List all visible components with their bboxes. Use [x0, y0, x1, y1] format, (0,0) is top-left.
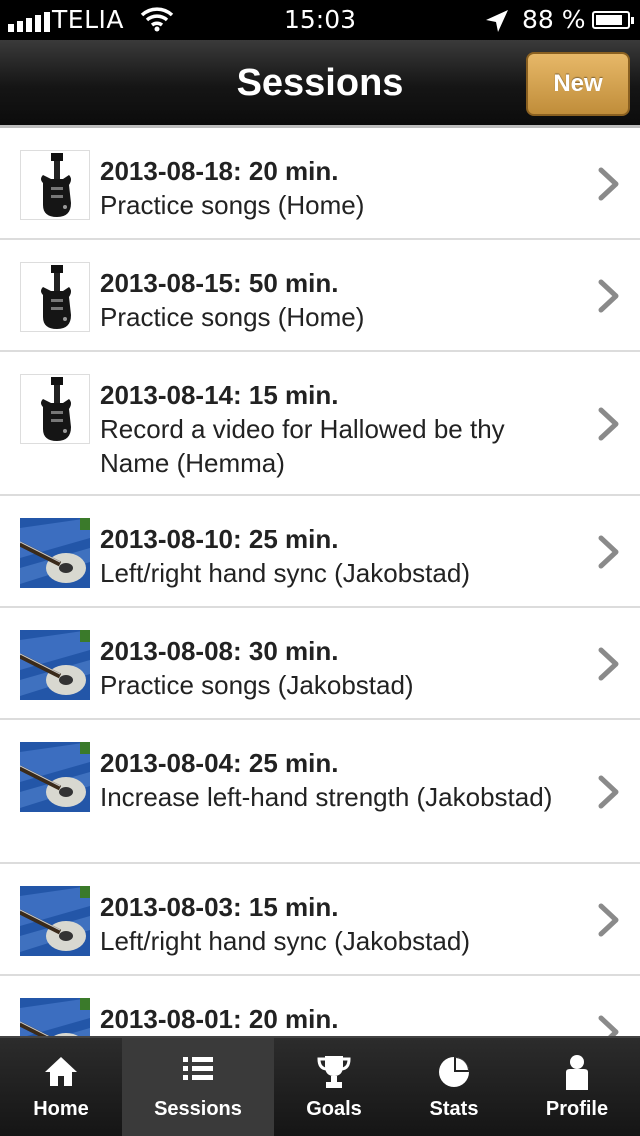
- chevron-right-icon[interactable]: [596, 278, 622, 319]
- session-text: 2013-08-04: 25 min. Increase left-hand st…: [100, 746, 560, 814]
- session-title: 2013-08-18: 20 min.: [100, 156, 339, 186]
- chevron-right-icon[interactable]: [596, 1014, 622, 1036]
- session-row[interactable]: 2013-08-03: 15 min. Left/right hand sync …: [0, 864, 640, 976]
- session-title: 2013-08-08: 30 min.: [100, 636, 339, 666]
- location-arrow-icon: [484, 8, 510, 40]
- session-row[interactable]: 2013-08-18: 20 min. Practice songs (Home): [0, 128, 640, 240]
- session-title: 2013-08-10: 25 min.: [100, 524, 339, 554]
- pie-chart-icon: [436, 1054, 472, 1095]
- tab-label: Goals: [306, 1098, 362, 1120]
- tab-home[interactable]: Home: [0, 1038, 122, 1136]
- battery-percent: 88 %: [522, 5, 586, 34]
- session-text: 2013-08-14: 15 min. Record a video for Ha…: [100, 378, 560, 480]
- tab-label: Sessions: [154, 1098, 242, 1120]
- session-row[interactable]: 2013-08-08: 30 min. Practice songs (Jakob…: [0, 608, 640, 720]
- status-bar: TELIA 15:03 88 %: [0, 0, 640, 40]
- tab-profile[interactable]: Profile: [514, 1038, 640, 1136]
- home-icon: [43, 1054, 79, 1093]
- battery-icon: [592, 11, 634, 29]
- tab-label: Stats: [429, 1098, 479, 1120]
- tab-goals[interactable]: Goals: [274, 1038, 394, 1136]
- acoustic-guitar-thumbnail: [20, 518, 90, 588]
- session-subtitle: Left/right hand sync (Jakobstad): [100, 926, 470, 956]
- electric-guitar-thumbnail: [20, 374, 90, 444]
- session-row[interactable]: 2013-08-10: 25 min. Left/right hand sync …: [0, 496, 640, 608]
- chevron-right-icon[interactable]: [596, 166, 622, 207]
- tab-stats[interactable]: Stats: [394, 1038, 514, 1136]
- session-text: 2013-08-15: 50 min. Practice songs (Home): [100, 266, 560, 334]
- chevron-right-icon[interactable]: [596, 406, 622, 447]
- chevron-right-icon[interactable]: [596, 646, 622, 687]
- chevron-right-icon[interactable]: [596, 534, 622, 575]
- navigation-bar: Sessions New: [0, 40, 640, 128]
- chevron-right-icon[interactable]: [596, 902, 622, 943]
- session-row[interactable]: 2013-08-04: 25 min. Increase left-hand st…: [0, 720, 640, 864]
- session-title: 2013-08-01: 20 min.: [100, 1004, 339, 1034]
- electric-guitar-thumbnail: [20, 262, 90, 332]
- session-subtitle: Increase left-hand strength (Jakobstad): [100, 782, 553, 812]
- session-subtitle: Record a video for Hallowed be thy Name …: [100, 414, 505, 478]
- session-subtitle: Practice songs (Home): [100, 190, 365, 220]
- tab-sessions[interactable]: Sessions: [122, 1038, 274, 1136]
- session-title: 2013-08-04: 25 min.: [100, 748, 339, 778]
- acoustic-guitar-thumbnail: [20, 886, 90, 956]
- tab-label: Profile: [545, 1098, 609, 1120]
- session-text: 2013-08-03: 15 min. Left/right hand sync …: [100, 890, 560, 958]
- acoustic-guitar-thumbnail: [20, 742, 90, 812]
- chevron-right-icon[interactable]: [596, 774, 622, 815]
- session-list[interactable]: 2013-08-18: 20 min. Practice songs (Home)…: [0, 128, 640, 1036]
- session-text: 2013-08-01: 20 min.: [100, 1002, 560, 1036]
- session-text: 2013-08-18: 20 min. Practice songs (Home): [100, 154, 560, 222]
- session-row[interactable]: 2013-08-15: 50 min. Practice songs (Home): [0, 240, 640, 352]
- session-text: 2013-08-10: 25 min. Left/right hand sync …: [100, 522, 560, 590]
- session-title: 2013-08-03: 15 min.: [100, 892, 339, 922]
- electric-guitar-thumbnail: [20, 150, 90, 220]
- list-icon: [181, 1054, 215, 1089]
- tab-bar: Home Sessions Goals Stats Profile: [0, 1036, 640, 1136]
- acoustic-guitar-thumbnail: [20, 630, 90, 700]
- session-subtitle: Practice songs (Home): [100, 302, 365, 332]
- acoustic-guitar-thumbnail: [20, 998, 90, 1036]
- session-title: 2013-08-14: 15 min.: [100, 380, 339, 410]
- person-icon: [562, 1054, 592, 1097]
- tab-label: Home: [33, 1098, 89, 1120]
- session-row[interactable]: 2013-08-01: 20 min.: [0, 976, 640, 1036]
- trophy-icon: [317, 1054, 351, 1095]
- session-subtitle: Practice songs (Jakobstad): [100, 670, 414, 700]
- session-title: 2013-08-15: 50 min.: [100, 268, 339, 298]
- session-text: 2013-08-08: 30 min. Practice songs (Jakob…: [100, 634, 560, 702]
- session-subtitle: Left/right hand sync (Jakobstad): [100, 558, 470, 588]
- session-row[interactable]: 2013-08-14: 15 min. Record a video for Ha…: [0, 352, 640, 496]
- new-session-button[interactable]: New: [526, 52, 630, 116]
